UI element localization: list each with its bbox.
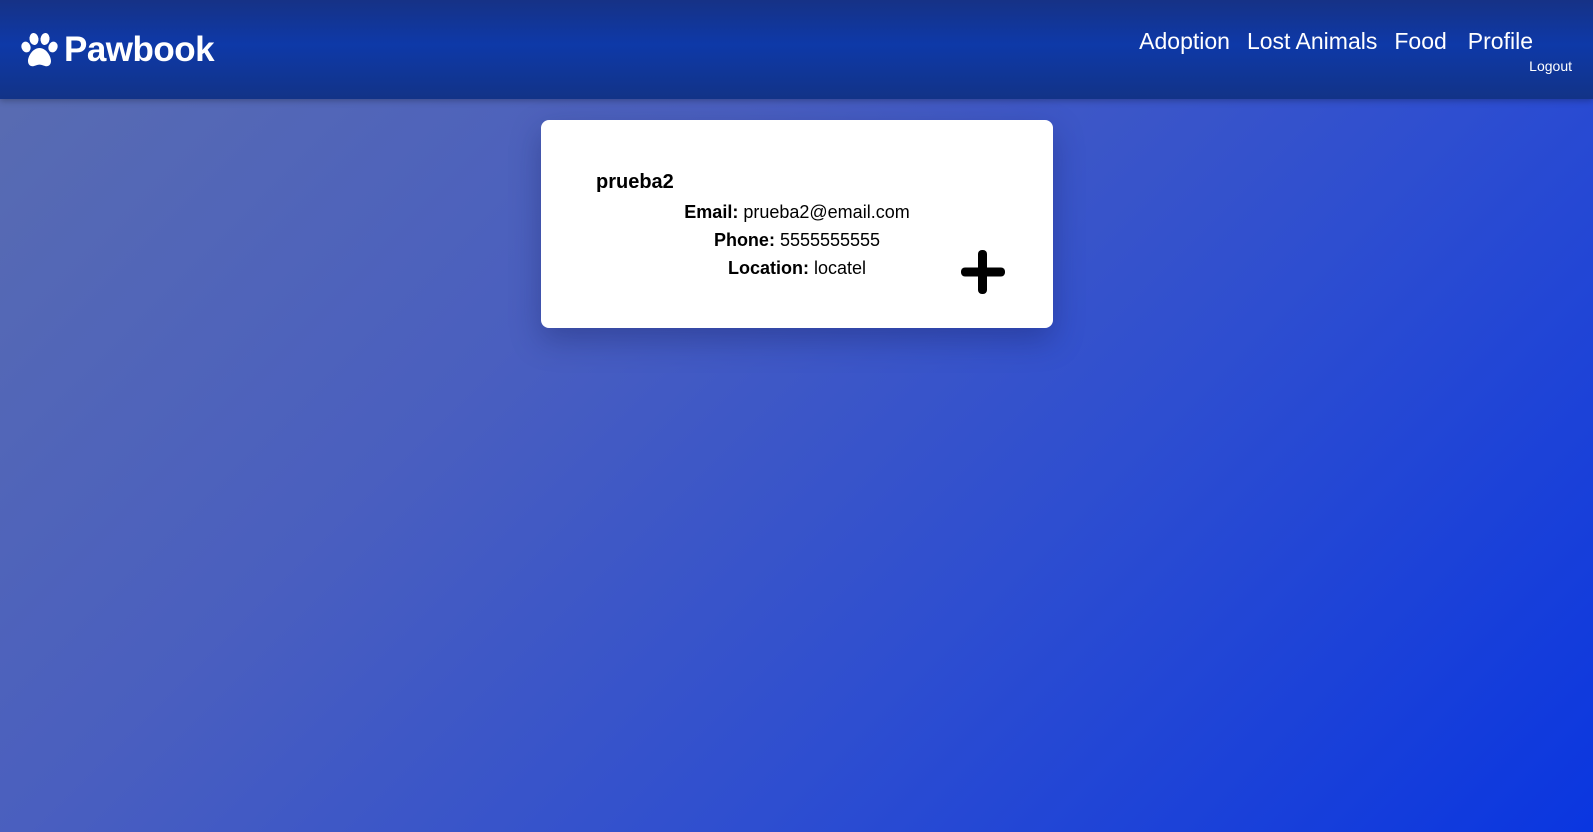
nav-links: Adoption Lost Animals Food Profile	[1139, 26, 1533, 56]
add-pet-button[interactable]	[959, 248, 1007, 296]
location-value: locatel	[813, 258, 867, 278]
location-label: Location:	[727, 258, 809, 278]
email-value: prueba2@email.com	[743, 202, 910, 222]
profile-username: prueba2	[596, 171, 674, 193]
phone-value: 5555555555	[779, 230, 881, 250]
nav-lost-animals-link[interactable]: Lost Animals	[1247, 26, 1377, 56]
brand-name: Pawbook	[64, 30, 215, 69]
profile-card: prueba2 Email: prueba2@email.com Phone: …	[541, 120, 1053, 328]
nav-profile-link[interactable]: Profile	[1468, 26, 1533, 56]
top-navbar: Pawbook Adoption Lost Animals Food Profi…	[0, 0, 1593, 99]
nav-adoption-link[interactable]: Adoption	[1139, 26, 1230, 56]
email-label: Email:	[684, 202, 739, 222]
email-row: Email: prueba2@email.com	[541, 198, 1053, 226]
plus-icon	[961, 250, 1005, 294]
phone-label: Phone:	[713, 230, 775, 250]
nav-food-link[interactable]: Food	[1394, 26, 1446, 56]
paw-icon	[21, 33, 58, 67]
brand-logo-link[interactable]: Pawbook	[20, 30, 215, 70]
logout-link[interactable]: Logout	[1529, 57, 1572, 75]
